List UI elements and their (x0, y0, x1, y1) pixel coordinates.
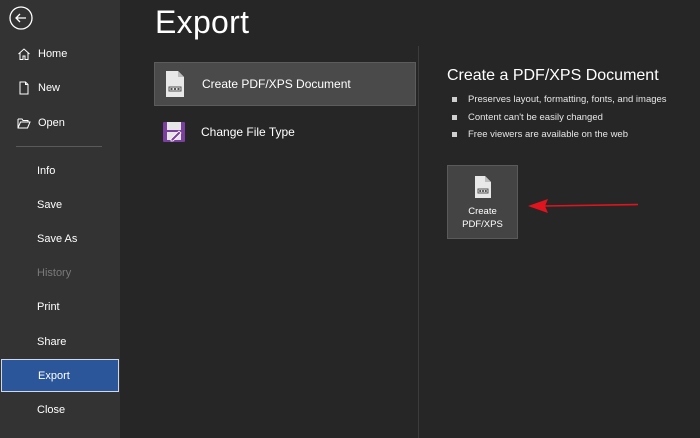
nav-save[interactable]: Save (0, 189, 120, 221)
page-title: Export (155, 4, 250, 40)
change-file-type-icon (163, 122, 185, 142)
new-document-icon (19, 81, 29, 95)
back-button[interactable] (8, 5, 34, 31)
nav-home[interactable]: Home (0, 38, 120, 70)
pdf-document-icon (475, 176, 491, 198)
nav-info[interactable]: Info (0, 155, 120, 187)
option-change-file-type-label: Change File Type (201, 125, 295, 139)
list-item: Content can't be easily changed (452, 109, 667, 127)
nav-info-label: Info (37, 165, 56, 177)
list-item: Free viewers are available on the web (452, 126, 667, 144)
home-icon (18, 48, 30, 60)
nav-share[interactable]: Share (0, 326, 120, 358)
nav-history-label: History (37, 267, 72, 279)
nav-open-label: Open (38, 117, 65, 129)
panel-divider (418, 46, 419, 438)
open-folder-icon (17, 118, 31, 129)
nav-save-as-label: Save As (37, 233, 78, 245)
feature-list: Preserves layout, formatting, fonts, and… (452, 91, 667, 144)
back-arrow-icon (9, 6, 33, 30)
nav-save-as[interactable]: Save As (0, 223, 120, 255)
bullet-square-icon (452, 114, 457, 120)
sidebar-divider (16, 146, 102, 147)
create-pdf-xps-button-line2: PDF/XPS (462, 219, 503, 230)
annotation-arrow-icon (528, 199, 639, 213)
nav-export[interactable]: Export (1, 359, 119, 392)
nav-close-label: Close (37, 404, 66, 416)
option-create-pdf-xps-label: Create PDF/XPS Document (202, 77, 351, 91)
bullet-square-icon (452, 97, 457, 103)
nav-share-label: Share (37, 336, 67, 348)
nav-new-label: New (38, 82, 61, 94)
nav-home-label: Home (38, 48, 68, 60)
create-pdf-xps-button-line1: Create (468, 206, 497, 217)
pdf-document-icon (166, 71, 184, 97)
nav-new[interactable]: New (0, 72, 120, 104)
detail-title: Create a PDF/XPS Document (447, 67, 659, 84)
option-create-pdf-xps[interactable]: Create PDF/XPS Document (154, 62, 416, 106)
nav-open[interactable]: Open (0, 107, 120, 139)
backstage-sidebar: Home New Open Info Save Save As History … (0, 0, 120, 438)
nav-history: History (0, 257, 120, 289)
nav-save-label: Save (37, 199, 63, 211)
list-item: Preserves layout, formatting, fonts, and… (452, 91, 667, 109)
create-pdf-xps-button[interactable]: Create PDF/XPS (447, 165, 518, 239)
option-change-file-type[interactable]: Change File Type (154, 110, 416, 154)
nav-close[interactable]: Close (0, 394, 120, 426)
nav-print-label: Print (37, 301, 60, 313)
nav-print[interactable]: Print (0, 291, 120, 323)
nav-export-label: Export (38, 369, 70, 382)
bullet-square-icon (452, 132, 457, 138)
